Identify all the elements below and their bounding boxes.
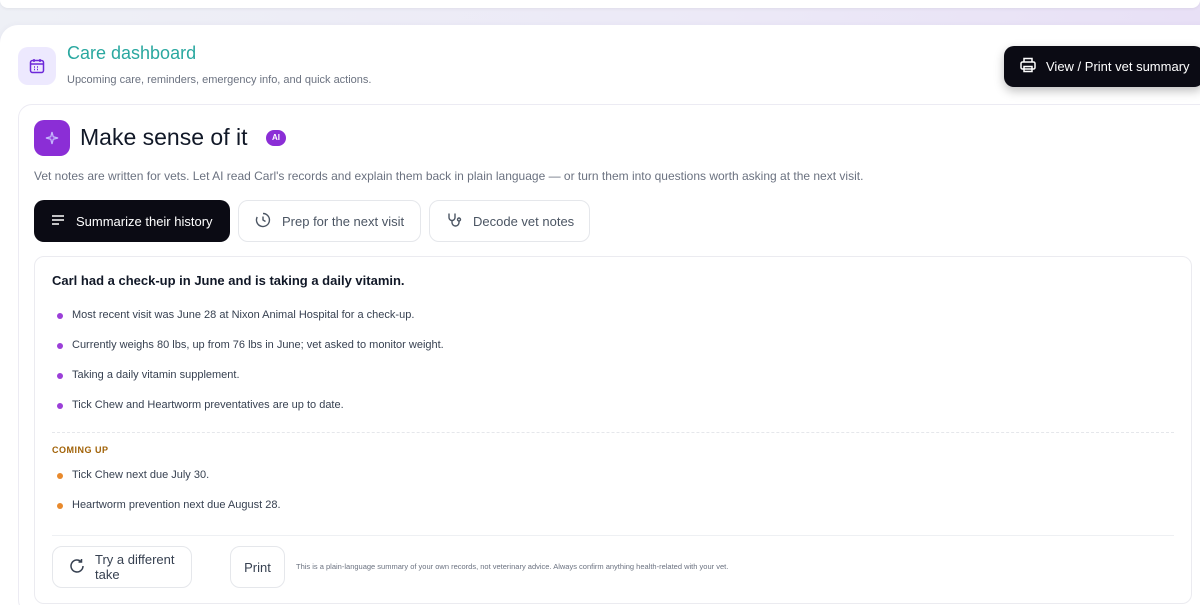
bullet-dot xyxy=(57,473,63,479)
bullet-dot xyxy=(57,313,63,319)
section-divider xyxy=(52,432,1174,433)
ai-section-description: Vet notes are written for vets. Let AI r… xyxy=(34,169,864,183)
page-subtitle: Upcoming care, reminders, emergency info… xyxy=(67,74,372,86)
bullet-dot xyxy=(57,343,63,349)
view-print-vet-summary-button[interactable]: View / Print vet summary xyxy=(1004,46,1200,87)
disclaimer-text: This is a plain-language summary of your… xyxy=(296,562,729,571)
list-item: Currently weighs 80 lbs, up from 76 lbs … xyxy=(72,339,444,351)
ai-section-title: Make sense of it xyxy=(80,124,248,150)
printer-icon xyxy=(1019,56,1037,77)
tab-label: Decode vet notes xyxy=(473,213,575,229)
bullet-dot xyxy=(57,503,63,509)
print-button[interactable]: Print xyxy=(230,546,285,588)
list-item: Most recent visit was June 28 at Nixon A… xyxy=(72,309,415,321)
top-bar-strip xyxy=(0,0,1200,8)
tab-prep-next-visit[interactable]: Prep for the next visit xyxy=(238,200,421,242)
list-item: Tick Chew and Heartworm preventatives ar… xyxy=(72,399,344,411)
list-item: Taking a daily vitamin supplement. xyxy=(72,369,240,381)
lines-icon xyxy=(50,212,66,231)
tab-label: Summarize their history xyxy=(76,213,213,229)
bullet-dot xyxy=(57,403,63,409)
coming-up-label: COMING UP xyxy=(52,445,109,455)
list-item: Heartworm prevention next due August 28. xyxy=(72,499,281,511)
stethoscope-icon xyxy=(445,211,463,232)
print-summary-label: View / Print vet summary xyxy=(1046,59,1190,74)
try-different-take-button[interactable]: Try a different take xyxy=(52,546,192,588)
tab-decode-vet-notes[interactable]: Decode vet notes xyxy=(429,200,590,242)
retry-label: Try a different take xyxy=(95,552,175,582)
tab-summarize-history[interactable]: Summarize their history xyxy=(34,200,230,242)
sparkle-icon xyxy=(34,120,70,156)
footer-divider xyxy=(52,535,1174,536)
calendar-icon xyxy=(18,47,56,85)
ai-badge: AI xyxy=(266,130,286,146)
tab-label: Prep for the next visit xyxy=(282,213,405,229)
list-item: Tick Chew next due July 30. xyxy=(72,469,210,481)
refresh-icon xyxy=(68,557,86,578)
page-title: Care dashboard xyxy=(67,43,197,63)
bullet-dot xyxy=(57,373,63,379)
summary-heading: Carl had a check-up in June and is takin… xyxy=(52,273,405,288)
clock-icon xyxy=(254,211,272,232)
